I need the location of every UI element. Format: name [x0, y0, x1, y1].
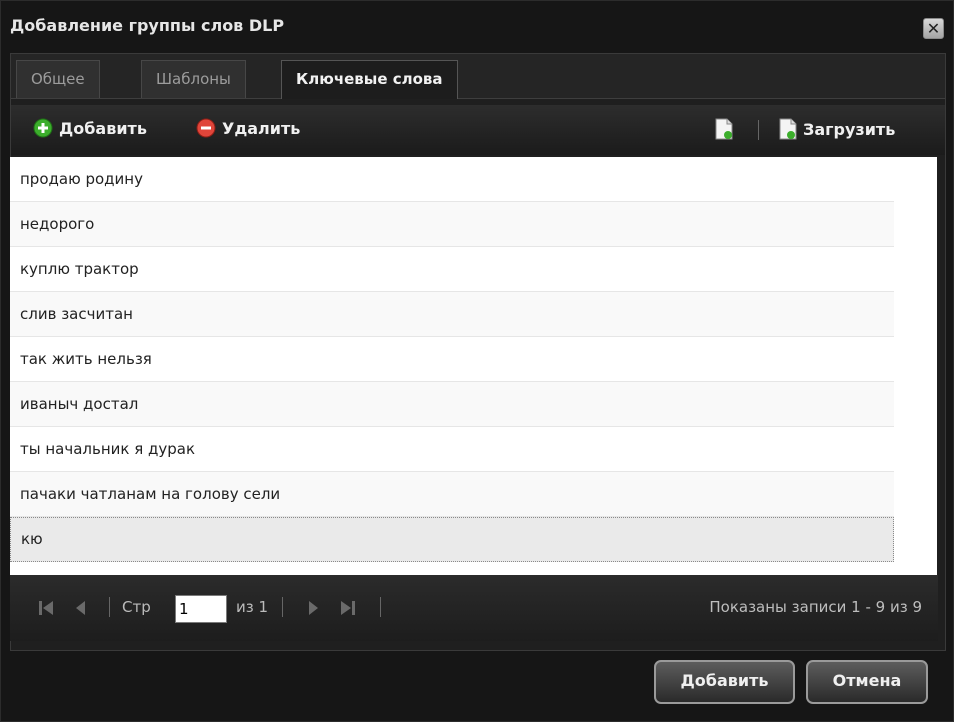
delete-icon — [196, 118, 216, 138]
document-arrow-icon — [715, 118, 733, 140]
dialog-title: Добавление группы слов DLP — [10, 16, 285, 35]
document-download-icon — [779, 118, 797, 140]
pager-separator — [380, 597, 381, 617]
keywords-grid: продаю родину недорого куплю трактор сли… — [10, 157, 894, 575]
close-icon[interactable]: ✕ — [927, 19, 940, 38]
grid-scrollbar-area — [894, 157, 937, 575]
delete-button[interactable]: Удалить — [196, 118, 300, 138]
pager-separator — [109, 597, 110, 617]
pager-info: Показаны записи 1 - 9 из 9 — [709, 598, 922, 616]
pager-bar: Стр из 1 Показаны записи 1 - 9 из 9 — [10, 575, 938, 641]
export-button[interactable] — [715, 118, 739, 140]
last-page-icon[interactable] — [340, 600, 356, 616]
toolbar-separator — [758, 120, 759, 140]
dialog-window: Добавление группы слов DLP ✕ Общее Шабло… — [0, 0, 954, 722]
table-row[interactable]: продаю родину — [10, 157, 894, 202]
table-row[interactable]: ты начальник я дурак — [10, 427, 894, 472]
tab-bar: Общее Шаблоны Ключевые слова — [11, 54, 945, 99]
first-page-icon[interactable] — [38, 600, 54, 616]
dialog-cancel-button[interactable]: Отмена — [806, 660, 928, 704]
pager-separator — [282, 597, 283, 617]
page-number-input[interactable] — [175, 595, 227, 623]
close-button[interactable]: ✕ — [923, 18, 944, 39]
dialog-add-button[interactable]: Добавить — [654, 660, 795, 704]
tab-keywords[interactable]: Ключевые слова — [281, 60, 458, 99]
table-row-selected[interactable]: кю — [10, 517, 894, 562]
add-button[interactable]: Добавить — [33, 118, 147, 138]
table-row[interactable]: слив засчитан — [10, 292, 894, 337]
table-row[interactable]: иваныч достал — [10, 382, 894, 427]
table-row[interactable]: куплю трактор — [10, 247, 894, 292]
load-button-label: Загрузить — [803, 119, 896, 139]
table-row[interactable]: пачаки чатланам на голову сели — [10, 472, 894, 517]
page-of-label: из 1 — [236, 598, 269, 616]
page-label: Стр — [122, 598, 151, 616]
tab-templates[interactable]: Шаблоны — [141, 60, 246, 98]
toolbar: Добавить Удалить Загрузить — [11, 105, 945, 155]
title-bar[interactable]: Добавление группы слов DLP ✕ — [1, 1, 953, 53]
load-button[interactable]: Загрузить — [779, 118, 895, 140]
prev-page-icon[interactable] — [73, 600, 89, 616]
table-row[interactable]: недорого — [10, 202, 894, 247]
add-button-label: Добавить — [59, 118, 147, 138]
tab-general[interactable]: Общее — [16, 60, 100, 98]
delete-button-label: Удалить — [222, 118, 301, 138]
next-page-icon[interactable] — [305, 600, 321, 616]
add-icon — [33, 118, 53, 138]
table-row[interactable]: так жить нельзя — [10, 337, 894, 382]
